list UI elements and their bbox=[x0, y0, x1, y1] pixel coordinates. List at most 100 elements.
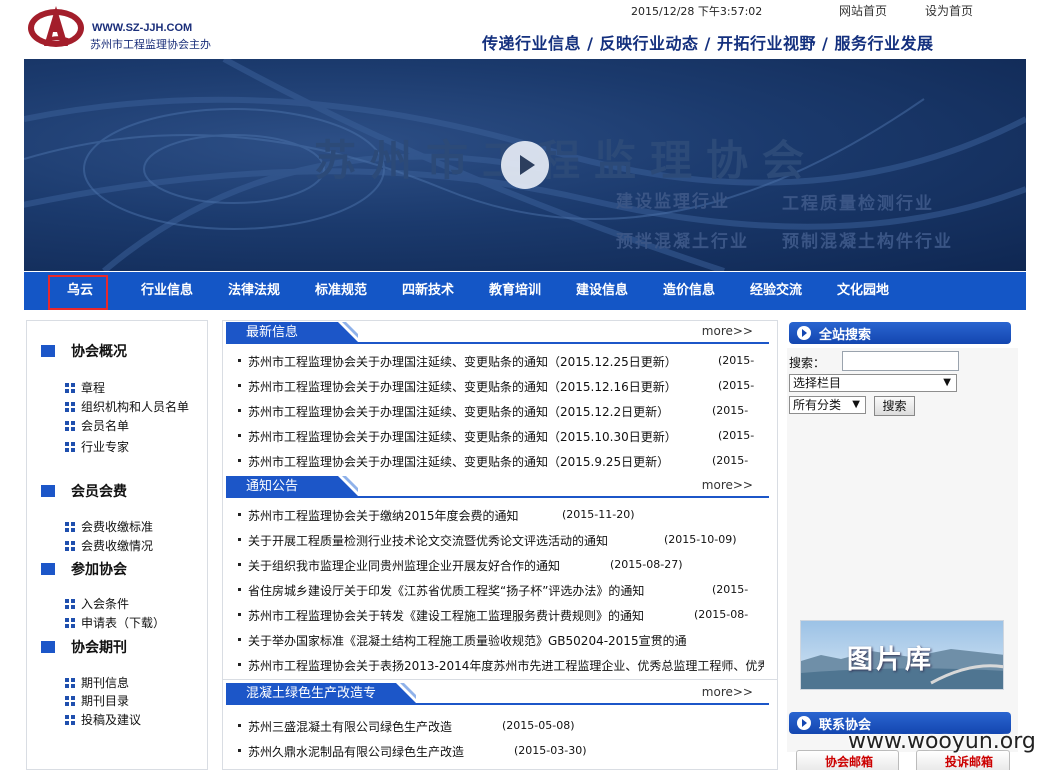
news-row[interactable]: 苏州市工程监理协会关于办理国注延续、变更贴条的通知（2015.12.16日更新） bbox=[238, 378, 677, 395]
latest-news-header: 最新信息 more>> bbox=[226, 322, 769, 344]
sidebar-item-members[interactable]: 会员名单 bbox=[65, 417, 129, 434]
notice-row[interactable]: 苏州市工程监理协会关于表扬2013-2014年度苏州市先进工程监理企业、优秀总监… bbox=[238, 657, 764, 674]
site-search-header: 全站搜索 bbox=[789, 322, 1011, 344]
nav-item-new-tech[interactable]: 四新技术 bbox=[402, 272, 454, 310]
category-select[interactable]: 所有分类 ▼ bbox=[789, 396, 866, 414]
tab-stripe-decoration bbox=[386, 683, 416, 703]
green-row-date: (2015-03-30) bbox=[514, 744, 587, 757]
notice-row-date: (2015-08- bbox=[694, 608, 749, 621]
site-slogan: 传递行业信息 / 反映行业动态 / 开拓行业视野 / 服务行业发展 bbox=[482, 34, 934, 53]
sidebar-item-application-form[interactable]: 申请表（下载） bbox=[65, 614, 165, 631]
banner-title: 苏州市工程监理协会 bbox=[314, 136, 819, 185]
news-row-date: (2015- bbox=[712, 404, 749, 417]
set-homepage-link[interactable]: 设为首页 bbox=[925, 2, 973, 19]
section-journal[interactable]: 协会期刊 bbox=[41, 637, 127, 657]
tab-stripe-decoration bbox=[328, 322, 358, 342]
banner-subtitle-3: 预拌混凝土行业 bbox=[616, 232, 749, 252]
wooyun-watermark: www.wooyun.org bbox=[848, 729, 1036, 754]
latest-news-tab[interactable]: 最新信息 bbox=[226, 322, 328, 342]
photo-gallery-banner[interactable]: 图片库 bbox=[800, 620, 1004, 690]
section-association-overview[interactable]: 协会概况 bbox=[41, 341, 127, 361]
nav-item-wooyun[interactable]: 乌云 bbox=[67, 272, 93, 310]
grid-bullet-icon bbox=[65, 401, 75, 412]
arrow-right-circle-icon bbox=[797, 326, 811, 340]
sidebar-item-fee-status[interactable]: 会费收缴情况 bbox=[65, 537, 153, 554]
site-header: WWW.SZ-JJH.COM 苏州市工程监理协会主办 2015/12/28 下午… bbox=[0, 0, 1053, 58]
news-row-date: (2015- bbox=[718, 354, 755, 367]
grid-bullet-icon bbox=[65, 695, 75, 706]
sidebar-item-experts[interactable]: 行业专家 bbox=[65, 438, 129, 455]
center-panel bbox=[222, 320, 778, 680]
notice-row[interactable]: 关于开展工程质量检测行业技术论文交流暨优秀论文评选活动的通知 bbox=[238, 532, 608, 549]
nav-item-cost[interactable]: 造价信息 bbox=[663, 272, 715, 310]
grid-bullet-icon bbox=[65, 540, 75, 551]
news-row-date: (2015- bbox=[718, 379, 755, 392]
green-production-header: 混凝土绿色生产改造专栏 more>> bbox=[226, 683, 769, 723]
notices-more-link[interactable]: more>> bbox=[702, 478, 753, 492]
nav-item-construction[interactable]: 建设信息 bbox=[576, 272, 628, 310]
nav-item-culture[interactable]: 文化园地 bbox=[837, 272, 889, 310]
green-production-tab[interactable]: 混凝土绿色生产改造专栏 bbox=[226, 683, 386, 723]
section-membership-fees[interactable]: 会员会费 bbox=[41, 481, 127, 501]
banner-subtitle-4: 预制混凝土构件行业 bbox=[782, 232, 953, 252]
nav-item-laws[interactable]: 法律法规 bbox=[228, 272, 280, 310]
banner-subtitle-1: 建设监理行业 bbox=[616, 192, 730, 212]
sidebar-item-journal-catalog[interactable]: 期刊目录 bbox=[65, 692, 129, 709]
nav-item-training[interactable]: 教育培训 bbox=[489, 272, 541, 310]
section-join-association[interactable]: 参加协会 bbox=[41, 559, 127, 579]
news-row[interactable]: 苏州市工程监理协会关于办理国注延续、变更贴条的通知（2015.12.25日更新） bbox=[238, 353, 677, 370]
banner-subtitle-2: 工程质量检测行业 bbox=[782, 194, 934, 214]
green-production-more-link[interactable]: more>> bbox=[702, 685, 753, 699]
square-bullet-icon bbox=[41, 641, 55, 653]
notice-row[interactable]: 省住房城乡建设厅关于印发《江苏省优质工程奖“扬子杯”评选办法》的通知 bbox=[238, 582, 644, 599]
search-button[interactable]: 搜索 bbox=[874, 396, 915, 416]
green-row[interactable]: 苏州久鼎水泥制品有限公司绿色生产改造 bbox=[238, 743, 464, 760]
hero-banner: 苏州市工程监理协会 建设监理行业 工程质量检测行业 预拌混凝土行业 预制混凝土构… bbox=[24, 59, 1026, 271]
tab-stripe-decoration bbox=[328, 476, 358, 496]
grid-bullet-icon bbox=[65, 598, 75, 609]
logo-org-text: 苏州市工程监理协会主办 bbox=[90, 38, 211, 51]
notices-header: 通知公告 more>> bbox=[226, 476, 769, 498]
notice-row-date: (2015- bbox=[712, 583, 749, 596]
news-row-date: (2015- bbox=[718, 429, 755, 442]
logo-url-text: WWW.SZ-JJH.COM bbox=[92, 22, 193, 34]
main-nav: 乌云 行业信息 法律法规 标准规范 四新技术 教育培训 建设信息 造价信息 经验… bbox=[24, 272, 1026, 310]
green-row[interactable]: 苏州三盛混凝土有限公司绿色生产改造 bbox=[238, 718, 452, 735]
sidebar-item-join-conditions[interactable]: 入会条件 bbox=[65, 595, 129, 612]
nav-item-industry-info[interactable]: 行业信息 bbox=[141, 272, 193, 310]
play-icon bbox=[520, 155, 535, 175]
grid-bullet-icon bbox=[65, 420, 75, 431]
gallery-label: 图片库 bbox=[847, 645, 935, 675]
sidebar-item-submissions[interactable]: 投稿及建议 bbox=[65, 711, 141, 728]
search-input[interactable] bbox=[842, 351, 959, 371]
column-select[interactable]: 选择栏目 ▼ bbox=[789, 374, 957, 392]
green-row-date: (2015-05-08) bbox=[502, 719, 575, 732]
sidebar-item-charter[interactable]: 章程 bbox=[65, 379, 105, 396]
square-bullet-icon bbox=[41, 485, 55, 497]
news-row[interactable]: 苏州市工程监理协会关于办理国注延续、变更贴条的通知（2015.9.25日更新） bbox=[238, 453, 669, 470]
sidebar-item-org[interactable]: 组织机构和人员名单 bbox=[65, 398, 189, 415]
sidebar-item-journal-info[interactable]: 期刊信息 bbox=[65, 674, 129, 691]
notice-row[interactable]: 苏州市工程监理协会关于缴纳2015年度会费的通知 bbox=[238, 507, 519, 524]
logo-a-icon[interactable] bbox=[26, 2, 88, 50]
right-sidebar: 全站搜索 搜索： 选择栏目 ▼ 所有分类 ▼ 搜索 图片库 联系协会 协会邮箱 投诉… bbox=[787, 320, 1018, 770]
notice-row[interactable]: 关于举办国家标准《混凝土结构工程施工质量验收规范》GB50204-2015宣贯的… bbox=[238, 632, 687, 649]
nav-item-standards[interactable]: 标准规范 bbox=[315, 272, 367, 310]
grid-bullet-icon bbox=[65, 441, 75, 452]
notice-row[interactable]: 苏州市工程监理协会关于转发《建设工程施工监理服务费计费规则》的通知 bbox=[238, 607, 644, 624]
notice-row-date: (2015-08-27) bbox=[610, 558, 683, 571]
home-link[interactable]: 网站首页 bbox=[839, 2, 887, 19]
dropdown-arrow-icon: ▼ bbox=[852, 399, 860, 410]
notice-row[interactable]: 关于组织我市监理企业同贵州监理企业开展友好合作的通知 bbox=[238, 557, 560, 574]
latest-news-more-link[interactable]: more>> bbox=[702, 324, 753, 338]
grid-bullet-icon bbox=[65, 714, 75, 725]
notices-tab[interactable]: 通知公告 bbox=[226, 476, 328, 496]
play-video-button[interactable] bbox=[501, 141, 549, 189]
grid-bullet-icon bbox=[65, 617, 75, 628]
sidebar-item-fee-standard[interactable]: 会费收缴标准 bbox=[65, 518, 153, 535]
news-row[interactable]: 苏州市工程监理协会关于办理国注延续、变更贴条的通知（2015.10.30日更新） bbox=[238, 428, 677, 445]
search-label: 搜索： bbox=[789, 356, 826, 370]
nav-item-experience[interactable]: 经验交流 bbox=[750, 272, 802, 310]
grid-bullet-icon bbox=[65, 521, 75, 532]
news-row[interactable]: 苏州市工程监理协会关于办理国注延续、变更贴条的通知（2015.12.2日更新） bbox=[238, 403, 669, 420]
